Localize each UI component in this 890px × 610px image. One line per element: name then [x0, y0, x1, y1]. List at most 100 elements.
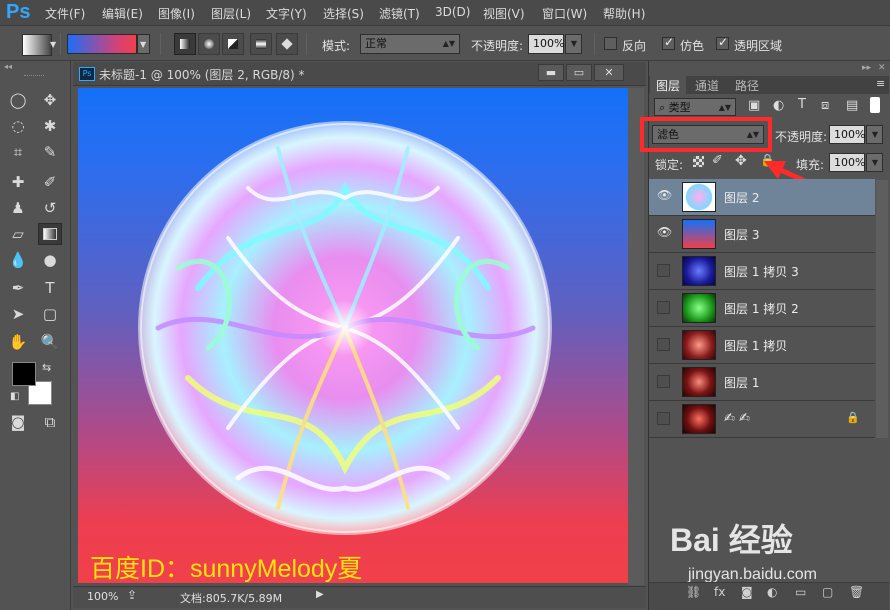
- layer-opacity-dropdown[interactable]: ▼: [866, 125, 883, 144]
- opacity-dropdown-button[interactable]: ▼: [565, 34, 582, 54]
- diamond-gradient-button[interactable]: [276, 33, 298, 55]
- filter-shape-icon[interactable]: ⧈: [821, 98, 829, 113]
- menu-image[interactable]: 图像(I): [158, 5, 195, 22]
- eyedropper-tool-icon[interactable]: ✎: [38, 141, 62, 163]
- layer-row[interactable]: 图层 1 拷贝 3: [649, 253, 875, 290]
- type-tool-icon[interactable]: T: [38, 277, 62, 299]
- gradient-preview[interactable]: [67, 34, 137, 54]
- menu-select[interactable]: 选择(S): [323, 5, 364, 22]
- layer-row[interactable]: 👁 图层 2: [649, 179, 875, 216]
- dither-checkbox[interactable]: [662, 35, 675, 50]
- opacity-input[interactable]: 100%: [528, 34, 564, 54]
- default-colors-icon[interactable]: ◧: [10, 391, 19, 402]
- new-group-folder-icon[interactable]: ▭: [795, 585, 806, 599]
- swap-colors-icon[interactable]: ⇆: [42, 361, 51, 374]
- canvas[interactable]: [78, 88, 628, 583]
- filter-type-icon[interactable]: T: [798, 97, 806, 112]
- eraser-tool-icon[interactable]: ▱: [6, 223, 30, 245]
- layers-scrollbar[interactable]: [876, 180, 888, 438]
- vertical-scrollbar[interactable]: [628, 88, 644, 585]
- healing-brush-tool-icon[interactable]: ✚: [6, 171, 30, 193]
- close-panel-icon[interactable]: ✕: [878, 63, 886, 73]
- quick-mask-icon[interactable]: ◙: [6, 411, 30, 433]
- status-menu-arrow-icon[interactable]: ▶: [316, 589, 324, 600]
- filter-pixel-icon[interactable]: ▣: [748, 98, 760, 113]
- gradient-tool-icon[interactable]: [38, 223, 62, 245]
- menu-file[interactable]: 文件(F): [45, 5, 85, 22]
- menu-3d[interactable]: 3D(D): [435, 5, 470, 19]
- menu-help[interactable]: 帮助(H): [603, 5, 645, 22]
- path-selection-tool-icon[interactable]: ➤: [6, 303, 30, 325]
- panel-grip[interactable]: [24, 75, 44, 77]
- linear-gradient-button[interactable]: [174, 33, 196, 55]
- tab-channels[interactable]: 通道: [695, 77, 719, 94]
- layer-row[interactable]: 图层 1: [649, 364, 875, 401]
- visibility-toggle[interactable]: [657, 412, 670, 425]
- filter-adjustment-icon[interactable]: ◐: [773, 98, 784, 113]
- foreground-color-swatch[interactable]: [12, 362, 36, 386]
- new-layer-icon[interactable]: ▢: [822, 585, 833, 599]
- delete-layer-trash-icon[interactable]: 🗑: [849, 585, 864, 599]
- zoom-level[interactable]: 100%: [87, 590, 118, 603]
- visibility-toggle[interactable]: [657, 375, 670, 388]
- collapse-icon[interactable]: ◂◂: [4, 62, 12, 71]
- layer-opacity-input[interactable]: 100%: [829, 125, 865, 144]
- lock-position-move-icon[interactable]: ✥: [735, 153, 747, 169]
- filter-smart-object-icon[interactable]: ▤: [846, 98, 858, 113]
- menu-view[interactable]: 视图(V): [483, 5, 525, 22]
- screen-mode-icon[interactable]: ⧉: [38, 411, 62, 433]
- reflected-gradient-button[interactable]: [250, 33, 272, 55]
- layer-row[interactable]: 图层 1 拷贝 2: [649, 290, 875, 327]
- filter-toggle-icon[interactable]: [870, 97, 880, 113]
- hand-tool-icon[interactable]: ✋: [6, 331, 30, 353]
- reverse-checkbox[interactable]: [604, 37, 617, 50]
- magic-wand-tool-icon[interactable]: ✱: [38, 115, 62, 137]
- history-brush-tool-icon[interactable]: ↺: [38, 197, 62, 219]
- link-layers-icon[interactable]: ⛓: [686, 585, 701, 599]
- export-icon[interactable]: ⇪: [127, 588, 137, 602]
- radial-gradient-button[interactable]: [198, 33, 220, 55]
- lock-pixels-brush-icon[interactable]: ✐: [712, 153, 723, 168]
- pen-tool-icon[interactable]: ✒: [6, 277, 30, 299]
- maximize-button[interactable]: ▭: [566, 64, 592, 81]
- gradient-dropdown-button[interactable]: ▼: [137, 34, 150, 54]
- clone-stamp-tool-icon[interactable]: ♟: [6, 197, 30, 219]
- add-mask-icon[interactable]: ◙: [741, 585, 753, 599]
- layer-filter-select[interactable]: ⌕ 类型 ▲▼: [654, 98, 736, 116]
- tool-preset-picker[interactable]: [22, 34, 52, 56]
- move-tool-icon[interactable]: ✥: [38, 89, 62, 111]
- collapse-panel-icon[interactable]: ▸▸: [862, 63, 871, 73]
- fill-dropdown[interactable]: ▼: [866, 153, 883, 172]
- menu-type[interactable]: 文字(Y): [266, 5, 307, 22]
- layer-row[interactable]: 👁 图层 3: [649, 216, 875, 253]
- mode-select[interactable]: 正常 ▲▼: [360, 34, 460, 54]
- menu-window[interactable]: 窗口(W): [542, 5, 587, 22]
- close-button[interactable]: ✕: [594, 64, 624, 81]
- tab-paths[interactable]: 路径: [735, 77, 759, 94]
- adjustment-layer-icon[interactable]: ◐: [767, 585, 777, 599]
- angle-gradient-button[interactable]: [222, 33, 244, 55]
- brush-tool-icon[interactable]: ✐: [38, 171, 62, 193]
- layer-row[interactable]: 图层 1 拷贝: [649, 327, 875, 364]
- menu-filter[interactable]: 滤镜(T): [379, 5, 420, 22]
- layer-row[interactable]: ✍ ✍ 🔒: [649, 401, 875, 438]
- chevron-down-icon[interactable]: ▼: [50, 40, 56, 49]
- panel-menu-icon[interactable]: ≡: [876, 77, 885, 90]
- blur-tool-icon[interactable]: 💧: [6, 249, 30, 271]
- dodge-tool-icon[interactable]: ●: [38, 249, 62, 271]
- marquee-tool-icon[interactable]: ◯: [6, 89, 30, 111]
- lock-transparent-icon[interactable]: [693, 156, 704, 167]
- rectangle-tool-icon[interactable]: ▢: [38, 303, 62, 325]
- crop-tool-icon[interactable]: ⌗: [6, 141, 30, 163]
- visibility-toggle[interactable]: [657, 264, 670, 277]
- layer-style-fx-icon[interactable]: fx: [714, 585, 725, 599]
- tab-layers[interactable]: 图层: [656, 77, 680, 94]
- minimize-button[interactable]: ▬: [538, 64, 564, 81]
- visibility-eye-icon[interactable]: 👁: [657, 188, 672, 202]
- menu-layer[interactable]: 图层(L): [211, 5, 251, 22]
- visibility-toggle[interactable]: [657, 338, 670, 351]
- transparency-checkbox[interactable]: [716, 35, 729, 50]
- visibility-eye-icon[interactable]: 👁: [657, 225, 672, 239]
- zoom-tool-icon[interactable]: 🔍: [38, 331, 62, 353]
- lasso-tool-icon[interactable]: ◌: [6, 115, 30, 137]
